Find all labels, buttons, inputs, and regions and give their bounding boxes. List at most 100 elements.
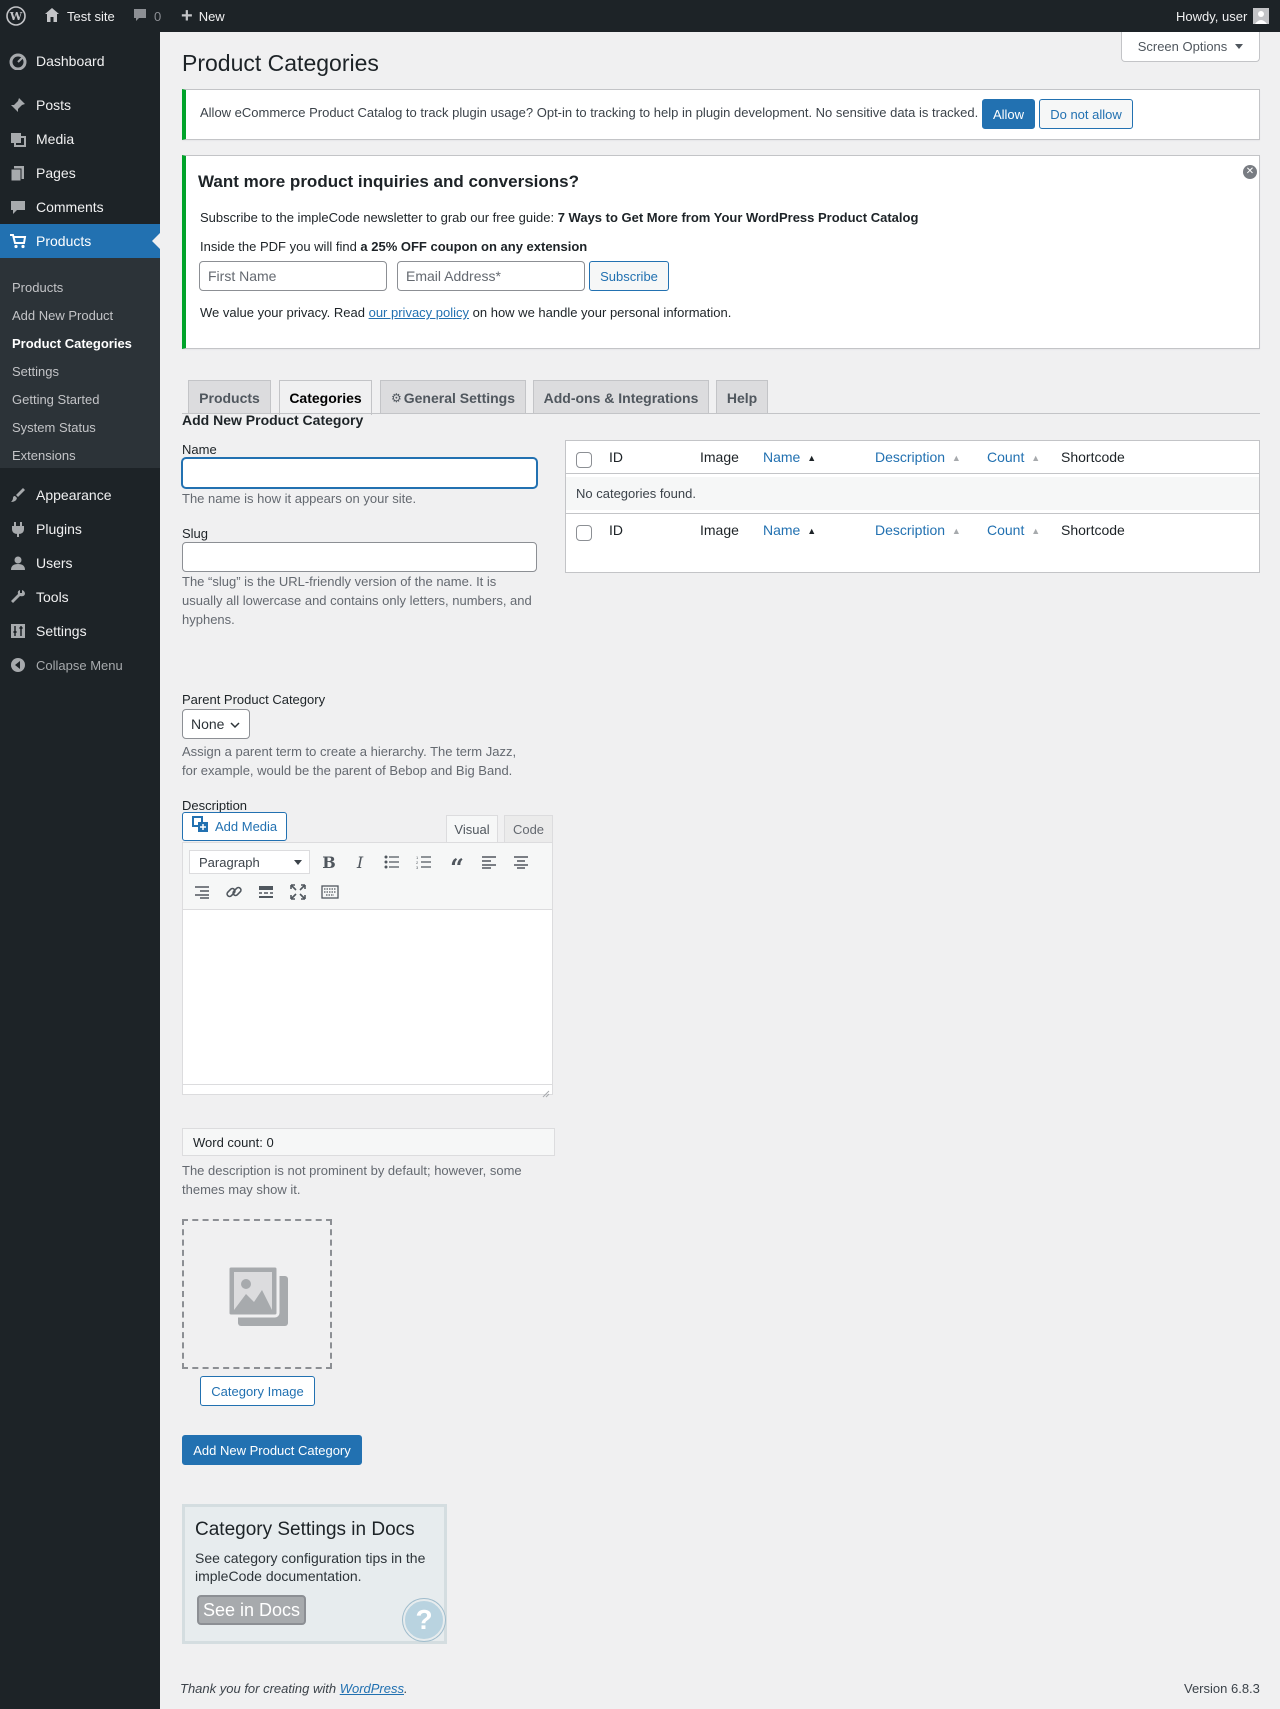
format-select[interactable]: Paragraph xyxy=(189,850,310,874)
name-description: The name is how it appears on your site. xyxy=(182,491,417,506)
site-name-link[interactable]: Test site xyxy=(43,0,115,32)
submenu-extensions[interactable]: Extensions xyxy=(12,448,76,463)
comments-icon xyxy=(0,198,36,216)
docs-box: Category Settings in Docs See category c… xyxy=(182,1504,447,1644)
align-right-icon[interactable] xyxy=(190,880,214,904)
subscribe-button[interactable]: Subscribe xyxy=(589,261,669,291)
read-more-icon[interactable] xyxy=(254,880,278,904)
column-description-sort[interactable]: Description ▲ xyxy=(875,449,961,465)
footer-thanks-text: Thank you for creating with xyxy=(180,1681,340,1696)
menu-products[interactable]: Products xyxy=(0,224,160,258)
menu-posts[interactable]: Posts xyxy=(0,88,160,122)
caret-down-icon xyxy=(1235,44,1244,49)
numbered-list-icon[interactable]: 123 xyxy=(412,850,436,874)
menu-pages[interactable]: Pages xyxy=(0,156,160,190)
see-in-docs-button[interactable]: See in Docs xyxy=(197,1595,306,1625)
description-label: Description xyxy=(182,798,248,813)
menu-appearance[interactable]: Appearance xyxy=(0,478,160,512)
parent-category-label: Parent Product Category xyxy=(182,692,326,707)
menu-plugins-label: Plugins xyxy=(36,521,82,537)
disallow-tracking-button[interactable]: Do not allow xyxy=(1039,99,1133,129)
menu-pages-label: Pages xyxy=(36,165,76,181)
submenu-product-categories[interactable]: Product Categories xyxy=(12,336,132,351)
column-id: ID xyxy=(609,449,623,465)
keyboard-icon[interactable] xyxy=(318,880,342,904)
align-center-icon[interactable] xyxy=(509,850,533,874)
menu-appearance-label: Appearance xyxy=(36,487,112,503)
column-name-footer-sort[interactable]: Name ▲ xyxy=(763,522,816,538)
my-account-link[interactable]: Howdy, user xyxy=(1176,0,1270,32)
column-count-footer-sort[interactable]: Count ▲ xyxy=(987,522,1040,538)
tab-help[interactable]: Help xyxy=(716,380,768,414)
select-all-checkbox-footer[interactable] xyxy=(576,525,592,541)
howdy-text: Howdy, user xyxy=(1176,8,1248,24)
privacy-policy-link[interactable]: our privacy policy xyxy=(369,305,469,320)
newsletter-line1: Subscribe to the impleCode newsletter to… xyxy=(200,210,918,225)
admin-bar: W Test site 0 + New Howdy, user xyxy=(0,0,1280,32)
submenu-getting-started[interactable]: Getting Started xyxy=(12,392,99,407)
category-image-placeholder[interactable] xyxy=(182,1219,332,1369)
tab-general-settings-label: General Settings xyxy=(403,389,516,406)
add-media-button[interactable]: Add Media xyxy=(182,812,288,841)
wordpress-logo-icon[interactable]: W xyxy=(6,0,26,32)
slug-input[interactable] xyxy=(182,542,537,572)
visual-tab[interactable]: Visual xyxy=(446,815,498,842)
select-all-checkbox[interactable] xyxy=(576,452,592,468)
name-input[interactable] xyxy=(182,458,537,488)
add-media-label: Add Media xyxy=(215,819,278,834)
category-image-button[interactable]: Category Image xyxy=(200,1376,315,1406)
parent-category-select[interactable]: None xyxy=(182,709,250,739)
footer-period: . xyxy=(404,1681,408,1696)
wordpress-link[interactable]: WordPress xyxy=(340,1681,404,1696)
code-tab[interactable]: Code xyxy=(504,815,553,842)
fullscreen-icon[interactable] xyxy=(286,880,310,904)
new-content-link[interactable]: + New xyxy=(181,0,225,32)
menu-users[interactable]: Users xyxy=(0,546,160,580)
editor-content-area[interactable] xyxy=(183,911,552,1086)
column-count-sort[interactable]: Count ▲ xyxy=(987,449,1040,465)
menu-tools[interactable]: Tools xyxy=(0,580,160,614)
blockquote-icon[interactable]: “ xyxy=(445,850,469,882)
resize-handle-icon[interactable] xyxy=(542,1086,550,1101)
docs-box-text: See category configuration tips in the i… xyxy=(195,1550,426,1584)
menu-plugins[interactable]: Plugins xyxy=(0,512,160,546)
collapse-menu-button[interactable]: Collapse Menu xyxy=(0,648,160,682)
submenu-settings[interactable]: Settings xyxy=(12,364,59,379)
newsletter-guide-title: 7 Ways to Get More from Your WordPress P… xyxy=(557,210,919,225)
column-description-footer-sort[interactable]: Description ▲ xyxy=(875,522,961,538)
column-name: Name xyxy=(763,449,801,465)
bold-icon[interactable]: B xyxy=(317,850,341,874)
comments-link[interactable]: 0 xyxy=(132,0,161,32)
tab-addons-integrations[interactable]: Add-ons & Integrations xyxy=(533,380,709,414)
tab-general-settings[interactable]: ⚙ General Settings xyxy=(380,380,526,414)
allow-tracking-button[interactable]: Allow xyxy=(982,99,1035,129)
italic-icon[interactable]: I xyxy=(348,850,372,874)
close-icon[interactable]: ✕ xyxy=(1243,165,1257,179)
column-image: Image xyxy=(700,449,739,465)
footer-thanks: Thank you for creating with WordPress. xyxy=(180,1681,408,1696)
column-name-sort[interactable]: Name ▲ xyxy=(763,449,816,465)
menu-media[interactable]: Media xyxy=(0,122,160,156)
align-left-icon[interactable] xyxy=(477,850,501,874)
bullet-list-icon[interactable] xyxy=(380,850,404,874)
screen-options-button[interactable]: Screen Options xyxy=(1121,32,1260,62)
sort-icon: ▲ xyxy=(951,526,961,536)
tab-products[interactable]: Products xyxy=(188,380,271,414)
link-icon[interactable] xyxy=(222,880,246,904)
first-name-input[interactable]: First Name xyxy=(199,261,387,291)
menu-comments[interactable]: Comments xyxy=(0,190,160,224)
submenu-products[interactable]: Products xyxy=(12,280,63,295)
email-input[interactable]: Email Address* xyxy=(397,261,585,291)
tab-categories[interactable]: Categories xyxy=(279,380,372,415)
privacy-prefix: We value your privacy. Read xyxy=(200,305,369,320)
menu-settings[interactable]: Settings xyxy=(0,614,160,648)
sort-icon: ▲ xyxy=(1031,453,1041,463)
plus-icon: + xyxy=(181,5,193,27)
cart-icon xyxy=(0,232,36,250)
submenu-add-new-product[interactable]: Add New Product xyxy=(12,308,113,323)
dashboard-icon xyxy=(0,52,36,70)
submenu-system-status[interactable]: System Status xyxy=(12,420,96,435)
menu-dashboard[interactable]: Dashboard xyxy=(0,44,160,78)
add-new-category-button[interactable]: Add New Product Category xyxy=(182,1435,362,1465)
collapse-arrow-icon xyxy=(0,657,36,673)
